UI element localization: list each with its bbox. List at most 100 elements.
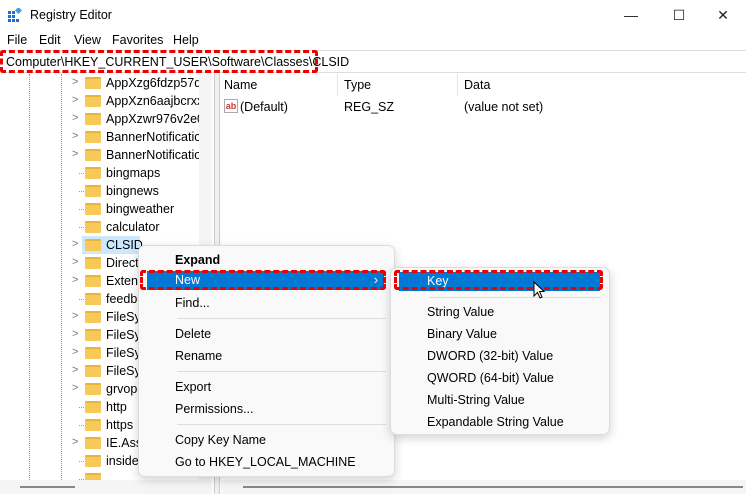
- tree-item-label: BannerNotificatio: [106, 148, 199, 162]
- folder-icon: [85, 167, 101, 179]
- expand-chevron-icon[interactable]: >: [72, 76, 78, 88]
- expand-chevron-icon[interactable]: >: [72, 436, 78, 448]
- menu-help[interactable]: Help: [173, 33, 199, 47]
- menu-favorites[interactable]: Favorites: [112, 33, 163, 47]
- registry-editor-icon: [8, 8, 22, 22]
- tree-item-label: bingmaps: [106, 166, 161, 180]
- tree-item[interactable]: > AppXzg6fdzp57dp: [0, 74, 199, 92]
- folder-icon: [85, 95, 101, 107]
- tree-item-label: Direct: [106, 256, 139, 270]
- tree-item-label: FileSy: [106, 310, 141, 324]
- expand-chevron-icon[interactable]: >: [72, 148, 78, 160]
- menu-item-export[interactable]: Export: [139, 376, 394, 398]
- tree-item-label: bingnews: [106, 184, 159, 198]
- tree-item[interactable]: > AppXzn6aajbcrxx: [0, 92, 199, 110]
- tree-item-label: AppXzg6fdzp57dp: [106, 76, 199, 90]
- tree-item-label: FileSy: [106, 346, 141, 360]
- tree-item[interactable]: calculator: [0, 218, 199, 236]
- maximize-button[interactable]: ☐: [656, 0, 702, 30]
- submenu-item-string-value[interactable]: String Value: [391, 301, 609, 323]
- expand-chevron-icon[interactable]: >: [72, 112, 78, 124]
- folder-icon: [85, 185, 101, 197]
- folder-icon: [85, 365, 101, 377]
- tree-item-label: BannerNotificatio: [106, 130, 199, 144]
- menu-file[interactable]: File: [7, 33, 27, 47]
- minimize-button[interactable]: —: [608, 0, 654, 30]
- folder-icon: [85, 401, 101, 413]
- submenu-item-expandable-string-value[interactable]: Expandable String Value: [391, 411, 609, 433]
- window-title: Registry Editor: [30, 8, 112, 22]
- expand-chevron-icon[interactable]: >: [72, 256, 78, 268]
- title-bar: Registry Editor — ☐ ✕: [0, 0, 746, 30]
- tree-item-label: bingweather: [106, 202, 175, 216]
- tree-item[interactable]: bingmaps: [0, 164, 199, 182]
- string-value-icon: ab: [224, 99, 238, 113]
- folder-icon: [85, 131, 101, 143]
- tree-hscroll-thumb[interactable]: [20, 486, 75, 488]
- new-submenu: Key String Value Binary Value DWORD (32-…: [390, 267, 610, 435]
- expand-chevron-icon[interactable]: >: [72, 310, 78, 322]
- menu-view[interactable]: View: [74, 33, 101, 47]
- tree-item-label: grvop: [106, 382, 138, 396]
- folder-icon: [85, 347, 101, 359]
- expand-chevron-icon[interactable]: >: [72, 274, 78, 286]
- new-highlight: [140, 270, 386, 290]
- tree-item[interactable]: bingnews: [0, 182, 199, 200]
- expand-chevron-icon[interactable]: >: [72, 364, 78, 376]
- menu-item-permissions[interactable]: Permissions...: [139, 398, 394, 420]
- column-name[interactable]: Name: [224, 78, 257, 92]
- folder-icon: [85, 455, 101, 467]
- tree-item-label: AppXzwr976v2e0: [106, 112, 199, 126]
- menu-item-rename[interactable]: Rename: [139, 345, 394, 367]
- tree-item[interactable]: > BannerNotificatio: [0, 128, 199, 146]
- menu-item-copy-key-name[interactable]: Copy Key Name: [139, 429, 394, 451]
- folder-icon: [85, 149, 101, 161]
- menu-item-delete[interactable]: Delete: [139, 323, 394, 345]
- folder-icon: [85, 239, 101, 251]
- folder-icon: [85, 203, 101, 215]
- value-data: (value not set): [464, 100, 544, 114]
- menu-item-expand[interactable]: Expand: [139, 249, 394, 271]
- close-button[interactable]: ✕: [700, 0, 746, 30]
- expand-chevron-icon[interactable]: >: [72, 238, 78, 250]
- submenu-item-dword-value[interactable]: DWORD (32-bit) Value: [391, 345, 609, 367]
- expand-chevron-icon[interactable]: >: [72, 328, 78, 340]
- tree-item-label: FileSy: [106, 364, 141, 378]
- folder-icon: [85, 113, 101, 125]
- value-type: REG_SZ: [344, 100, 395, 114]
- expand-chevron-icon[interactable]: >: [72, 382, 78, 394]
- folder-icon: [85, 383, 101, 395]
- menu-item-goto-hklm[interactable]: Go to HKEY_LOCAL_MACHINE: [139, 451, 394, 473]
- tree-item-label: https: [106, 418, 134, 432]
- folder-icon: [85, 473, 101, 480]
- menu-item-find[interactable]: Find...: [139, 292, 394, 314]
- tree-item-label: inside: [106, 454, 139, 468]
- folder-icon: [85, 275, 101, 287]
- tree-item-label: IE.Ass: [106, 436, 143, 450]
- tree-item-label: http: [106, 400, 127, 414]
- expand-chevron-icon[interactable]: >: [72, 94, 78, 106]
- expand-chevron-icon[interactable]: >: [72, 346, 78, 358]
- tree-item[interactable]: > BannerNotificatio: [0, 146, 199, 164]
- folder-icon: [85, 419, 101, 431]
- tree-item-label: calculator: [106, 220, 160, 234]
- folder-icon: [85, 77, 101, 89]
- tree-item-label: FileSy: [106, 328, 141, 342]
- submenu-item-multi-string-value[interactable]: Multi-String Value: [391, 389, 609, 411]
- folder-icon: [85, 437, 101, 449]
- submenu-item-qword-value[interactable]: QWORD (64-bit) Value: [391, 367, 609, 389]
- values-hscroll-thumb[interactable]: [243, 486, 743, 488]
- column-type[interactable]: Type: [344, 78, 371, 92]
- key-highlight: [394, 270, 603, 290]
- tree-item-label: feedb: [106, 292, 138, 306]
- expand-chevron-icon[interactable]: >: [72, 130, 78, 142]
- tree-item[interactable]: bingweather: [0, 200, 199, 218]
- folder-icon: [85, 329, 101, 341]
- submenu-item-binary-value[interactable]: Binary Value: [391, 323, 609, 345]
- tree-item[interactable]: > AppXzwr976v2e0: [0, 110, 199, 128]
- folder-icon: [85, 257, 101, 269]
- folder-icon: [85, 293, 101, 305]
- menu-edit[interactable]: Edit: [39, 33, 61, 47]
- folder-icon: [85, 221, 101, 233]
- column-data[interactable]: Data: [464, 78, 490, 92]
